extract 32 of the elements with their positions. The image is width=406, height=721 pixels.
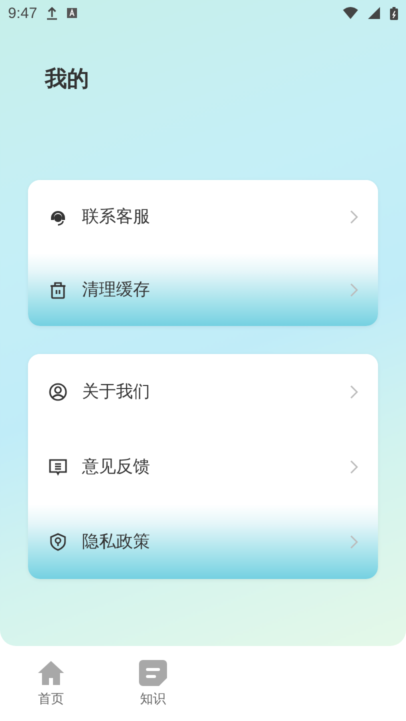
chevron-right-icon <box>350 282 358 296</box>
chevron-right-icon <box>350 460 358 474</box>
home-icon <box>37 660 65 686</box>
chevron-right-icon <box>350 534 358 548</box>
menu-item[interactable]: 意见反馈 <box>28 429 378 504</box>
chevron-right-icon <box>350 210 358 224</box>
menu-item[interactable]: 联系客服 <box>28 180 378 253</box>
shield-icon <box>48 532 68 552</box>
menu-label: 关于我们 <box>82 381 151 403</box>
chevron-right-icon <box>350 384 358 398</box>
document-icon <box>139 660 167 686</box>
tab-label: 知识 <box>140 690 166 708</box>
page-title: 我的 <box>45 66 90 94</box>
signal-icon <box>368 7 380 19</box>
menu-label: 联系客服 <box>82 206 151 228</box>
upload-icon <box>47 6 58 20</box>
message-icon <box>48 456 68 476</box>
menu-item[interactable]: 清理缓存 <box>28 253 378 326</box>
menu-label: 清理缓存 <box>82 279 151 301</box>
nav-tab[interactable]: 知识 <box>127 660 179 708</box>
battery-icon <box>390 6 398 20</box>
menu-label: 意见反馈 <box>82 456 151 478</box>
user-icon <box>48 382 68 402</box>
menu-label: 隐私政策 <box>82 531 151 553</box>
wifi-icon <box>343 7 358 19</box>
tab-label: 首页 <box>38 690 64 708</box>
menu-item[interactable]: 关于我们 <box>28 354 378 429</box>
status-time: 9:47 <box>8 4 38 22</box>
nav-tab[interactable]: 首页 <box>25 660 77 708</box>
menu-item[interactable]: 隐私政策 <box>28 504 378 579</box>
trash-icon <box>48 280 68 300</box>
notification-icon <box>67 8 78 18</box>
